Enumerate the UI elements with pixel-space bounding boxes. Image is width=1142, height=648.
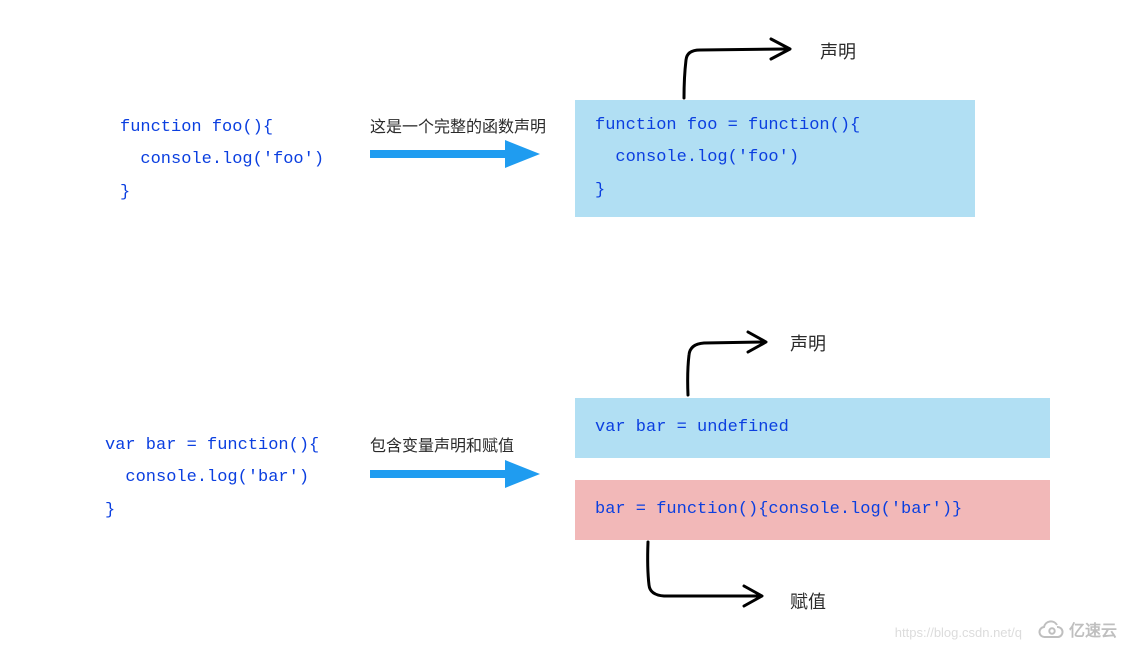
label-assignment-2: 赋值 xyxy=(790,588,826,614)
label-declaration-1: 声明 xyxy=(820,38,856,64)
watermark-logo: 亿速云 xyxy=(1035,615,1130,643)
caption-section2: 包含变量声明和赋值 xyxy=(370,432,514,456)
arrow-right-2 xyxy=(370,460,540,488)
sketch-arrow-up-2 xyxy=(680,327,780,397)
sketch-arrow-down-2 xyxy=(640,540,780,610)
source-code-bar: var bar = function(){ console.log('bar')… xyxy=(105,430,319,527)
caption-section1: 这是一个完整的函数声明 xyxy=(370,113,546,137)
arrow-right-1 xyxy=(370,140,540,168)
sketch-arrow-up-1 xyxy=(676,35,806,100)
result-box-foo: function foo = function(){ console.log('… xyxy=(575,100,975,217)
watermark-brand: 亿速云 xyxy=(1069,617,1117,641)
label-declaration-2: 声明 xyxy=(790,330,826,356)
source-code-foo: function foo(){ console.log('foo') } xyxy=(120,112,324,209)
declaration-box-bar: var bar = undefined xyxy=(575,398,1050,458)
watermark-url: https://blog.csdn.net/q xyxy=(895,625,1022,640)
assignment-box-bar: bar = function(){console.log('bar')} xyxy=(575,480,1050,540)
